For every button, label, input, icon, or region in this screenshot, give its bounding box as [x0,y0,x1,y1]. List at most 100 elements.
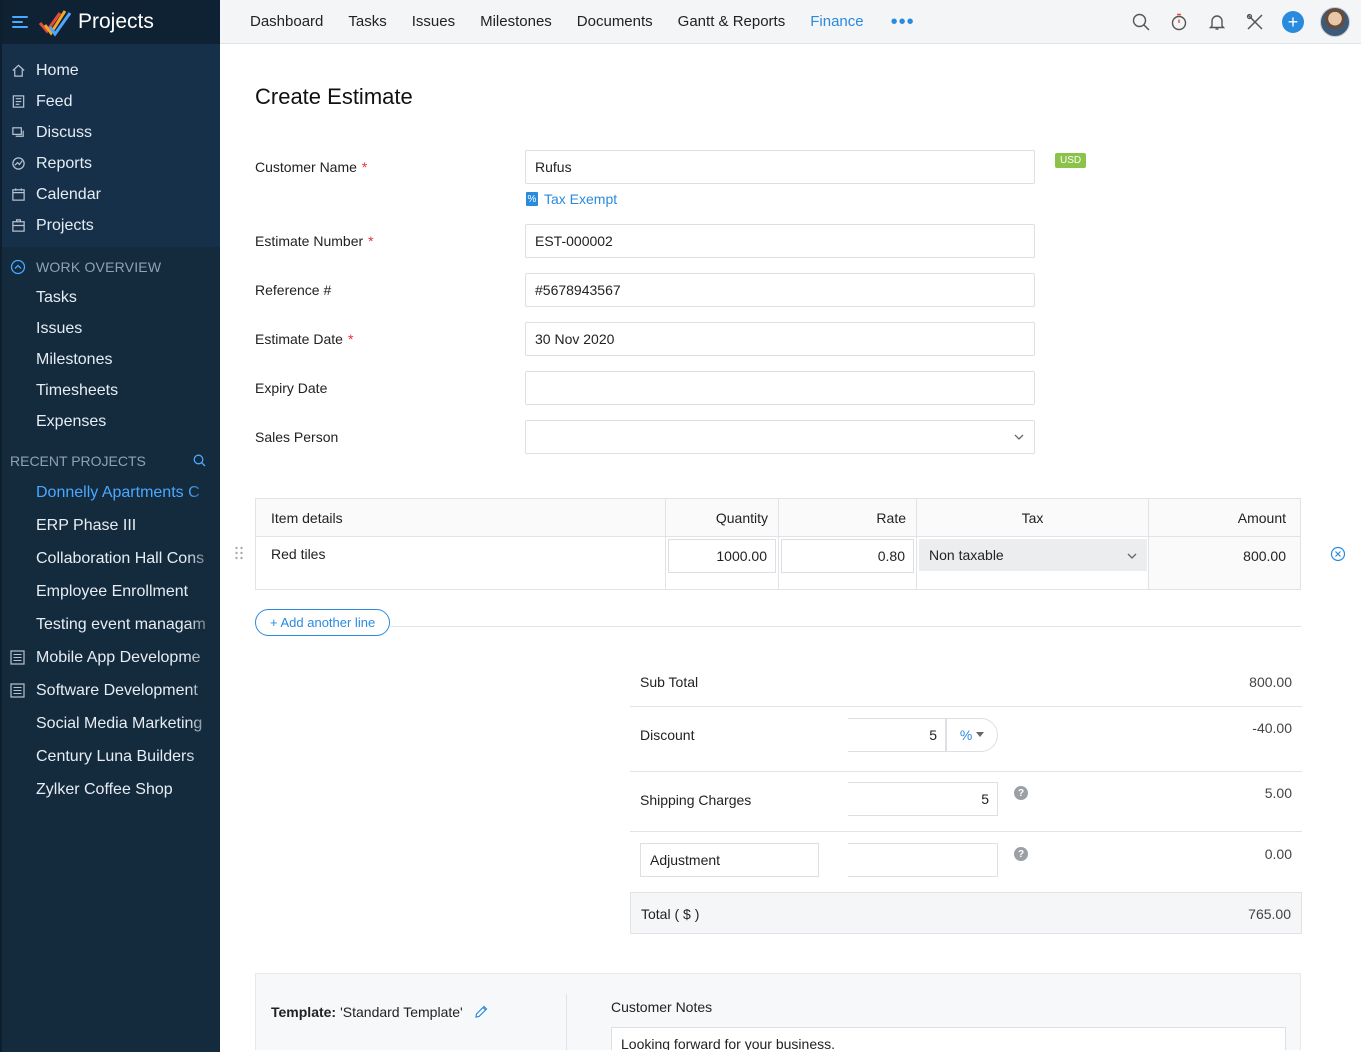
main-content: Create Estimate Customer Name * Rufus USD… [220,44,1359,1050]
items-table: Item details Quantity Rate Tax Amount Re… [255,498,1301,590]
add-another-line-button[interactable]: + Add another line [255,609,391,636]
projects-logo-icon [38,10,72,37]
recent-project-item[interactable]: Collaboration Hall Cons [2,542,220,575]
customer-notes-label: Customer Notes [611,999,713,1015]
estimate-date-label: Estimate Date * [255,331,354,347]
sidebar-item-milestones[interactable]: Milestones [2,344,220,375]
timer-icon[interactable] [1167,10,1191,34]
discuss-icon [10,125,26,141]
quantity-input[interactable]: 1000.00 [668,539,776,573]
sidebar-item-reports[interactable]: Reports [2,148,220,179]
discount-input[interactable]: 5 [848,718,946,752]
drag-handle-icon[interactable] [234,546,244,560]
discount-unit: % [959,727,973,743]
tax-exempt-link[interactable]: % Tax Exempt [526,191,617,207]
remove-row-icon[interactable] [1330,546,1346,562]
more-tabs-icon[interactable]: ••• [891,12,915,32]
help-icon[interactable]: ? [1014,786,1028,800]
tab-milestones[interactable]: Milestones [480,13,552,30]
brand-bar: Projects [2,0,220,44]
sidebar-item-discuss[interactable]: Discuss [2,117,220,148]
adjustment-input[interactable] [848,843,998,877]
recent-project-item[interactable]: Zylker Coffee Shop [2,773,220,806]
shipping-input[interactable]: 5 [848,782,998,816]
column-header-rate: Rate [779,499,917,536]
expiry-date-label: Expiry Date [255,380,328,396]
hamburger-menu-icon[interactable] [12,16,28,28]
tab-tasks[interactable]: Tasks [348,13,386,30]
tax-select[interactable]: Non taxable [919,539,1147,571]
work-overview-header[interactable]: WORK OVERVIEW [2,251,220,282]
recent-project-item[interactable]: Century Luna Builders [2,740,220,773]
sidebar-item-tasks[interactable]: Tasks [2,282,220,313]
template-label: Template: [271,1004,337,1020]
totals-section: Sub Total 800.00 Discount 5 % -40.00 Shi… [630,662,1302,934]
template-info: Template: 'Standard Template' [271,1004,489,1020]
divider [566,994,567,1050]
tab-dashboard[interactable]: Dashboard [250,13,323,30]
recent-project-item[interactable]: Software Development [2,674,220,707]
rate-input[interactable]: 0.80 [781,539,914,573]
estimate-date-value: 30 Nov 2020 [535,331,615,347]
notification-bell-icon[interactable] [1205,10,1229,34]
customer-notes-textarea[interactable]: Looking forward for your business. [611,1027,1286,1050]
sub-total-label: Sub Total [640,674,699,690]
recent-project-item[interactable]: Donnelly Apartments C [2,476,220,509]
sales-person-label: Sales Person [255,429,339,445]
tab-finance[interactable]: Finance [810,13,863,30]
template-value: 'Standard Template' [340,1004,463,1020]
adjustment-label-input[interactable]: Adjustment [640,843,819,877]
home-icon [10,63,26,79]
plus-icon: + [1282,11,1304,33]
sidebar-item-label: Discuss [36,123,93,141]
recent-project-item[interactable]: Testing event managam [2,608,220,641]
expiry-date-field[interactable] [525,371,1035,405]
item-details-cell[interactable]: Red tiles [256,537,666,589]
items-table-header: Item details Quantity Rate Tax Amount [256,499,1300,537]
tools-icon[interactable] [1243,10,1267,34]
percent-icon: % [526,192,538,206]
discount-type-select[interactable]: % [946,718,998,752]
sidebar-item-feed[interactable]: Feed [2,86,220,117]
sales-person-select[interactable] [525,420,1035,454]
recent-project-item[interactable]: ERP Phase III [2,509,220,542]
sidebar-item-home[interactable]: Home [2,55,220,86]
sidebar-item-timesheets[interactable]: Timesheets [2,375,220,406]
discount-row: Discount 5 % -40.00 [630,707,1302,772]
edit-pencil-icon[interactable] [473,1004,489,1020]
top-navigation: Dashboard Tasks Issues Milestones Docume… [220,0,1361,44]
tab-gantt-reports[interactable]: Gantt & Reports [678,13,786,30]
sidebar-item-issues[interactable]: Issues [2,313,220,344]
sidebar-item-label: Projects [36,216,94,234]
sidebar-item-projects[interactable]: Projects [2,210,220,241]
estimate-number-value: EST-000002 [535,233,613,249]
reference-field[interactable]: #5678943567 [525,273,1035,307]
estimate-date-field[interactable]: 30 Nov 2020 [525,322,1035,356]
tab-issues[interactable]: Issues [412,13,455,30]
estimate-number-label: Estimate Number * [255,233,374,249]
customer-name-value: Rufus [535,159,572,175]
project-label: Social Media Marketing [36,714,203,732]
tab-documents[interactable]: Documents [577,13,653,30]
search-icon[interactable] [1129,10,1153,34]
estimate-number-field[interactable]: EST-000002 [525,224,1035,258]
discount-value: -40.00 [1252,720,1292,736]
sidebar-item-expenses[interactable]: Expenses [2,406,220,437]
sidebar-item-calendar[interactable]: Calendar [2,179,220,210]
work-overview-section: WORK OVERVIEW Tasks Issues Milestones Ti… [2,247,220,437]
rate-cell: 0.80 [779,537,917,589]
help-icon[interactable]: ? [1014,847,1028,861]
template-notes-section: Template: 'Standard Template' Customer N… [255,973,1301,1050]
recent-project-item[interactable]: Employee Enrollment [2,575,220,608]
search-icon[interactable] [193,454,206,467]
recent-project-item[interactable]: Social Media Marketing [2,707,220,740]
tax-cell: Non taxable [917,537,1149,589]
recent-project-item[interactable]: Mobile App Developme [2,641,220,674]
user-avatar[interactable] [1319,6,1351,38]
caret-down-icon [976,732,985,737]
customer-name-field[interactable]: Rufus [525,150,1035,184]
avatar [1320,7,1350,37]
sub-total-value: 800.00 [1249,674,1292,690]
amount-cell: 800.00 [1149,537,1300,589]
quick-add-button[interactable]: + [1281,10,1305,34]
